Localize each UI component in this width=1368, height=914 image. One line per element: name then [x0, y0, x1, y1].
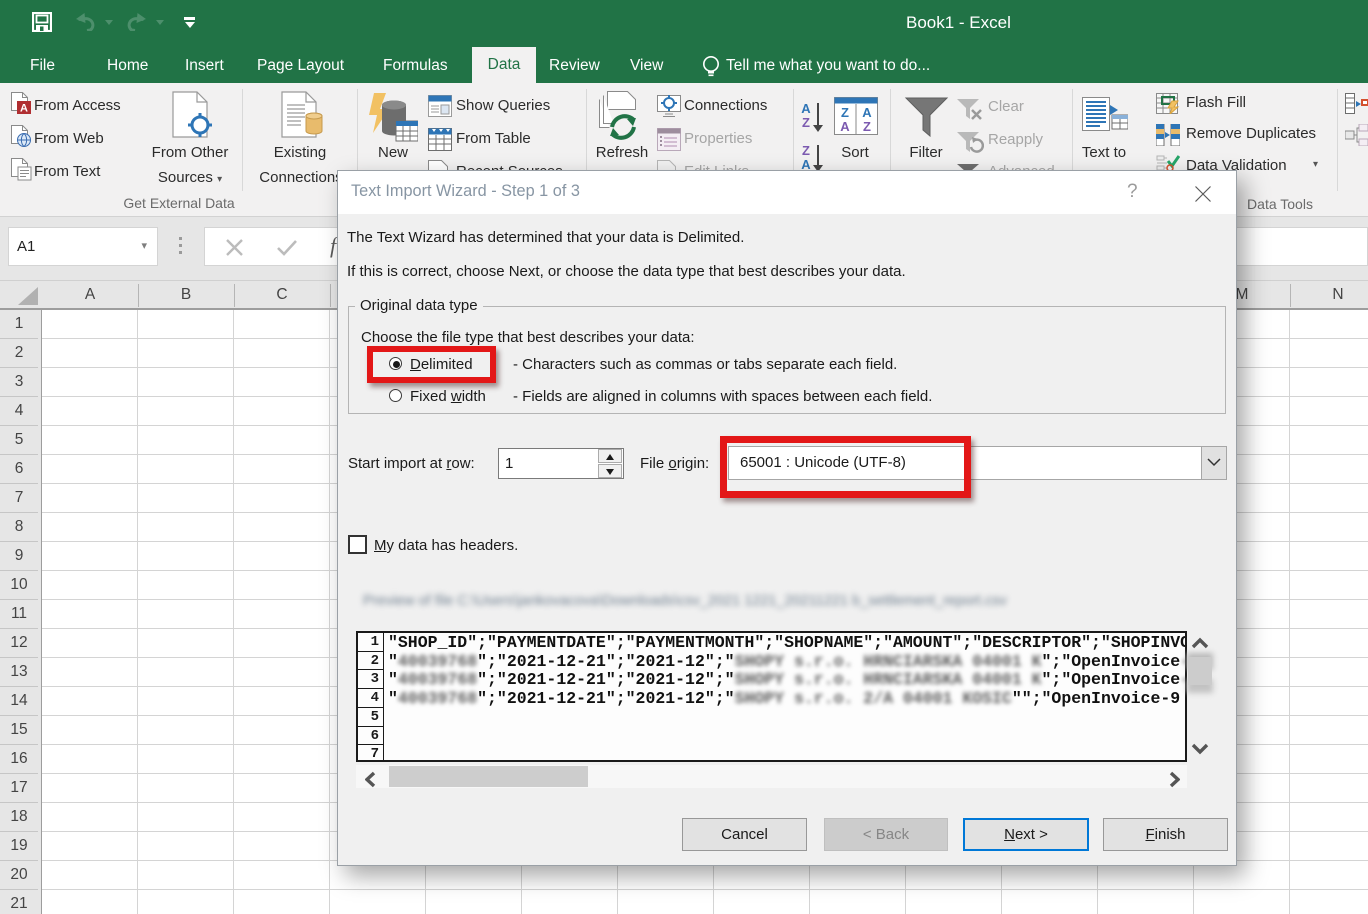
svg-text:Z: Z — [841, 105, 849, 120]
svg-text:Z: Z — [802, 143, 810, 158]
svg-text:Z: Z — [802, 115, 810, 130]
svg-text:A: A — [801, 101, 811, 116]
svg-text:Z: Z — [863, 119, 871, 134]
svg-text:A: A — [862, 105, 872, 120]
svg-text:A: A — [20, 103, 28, 115]
svg-text:A: A — [840, 119, 850, 134]
